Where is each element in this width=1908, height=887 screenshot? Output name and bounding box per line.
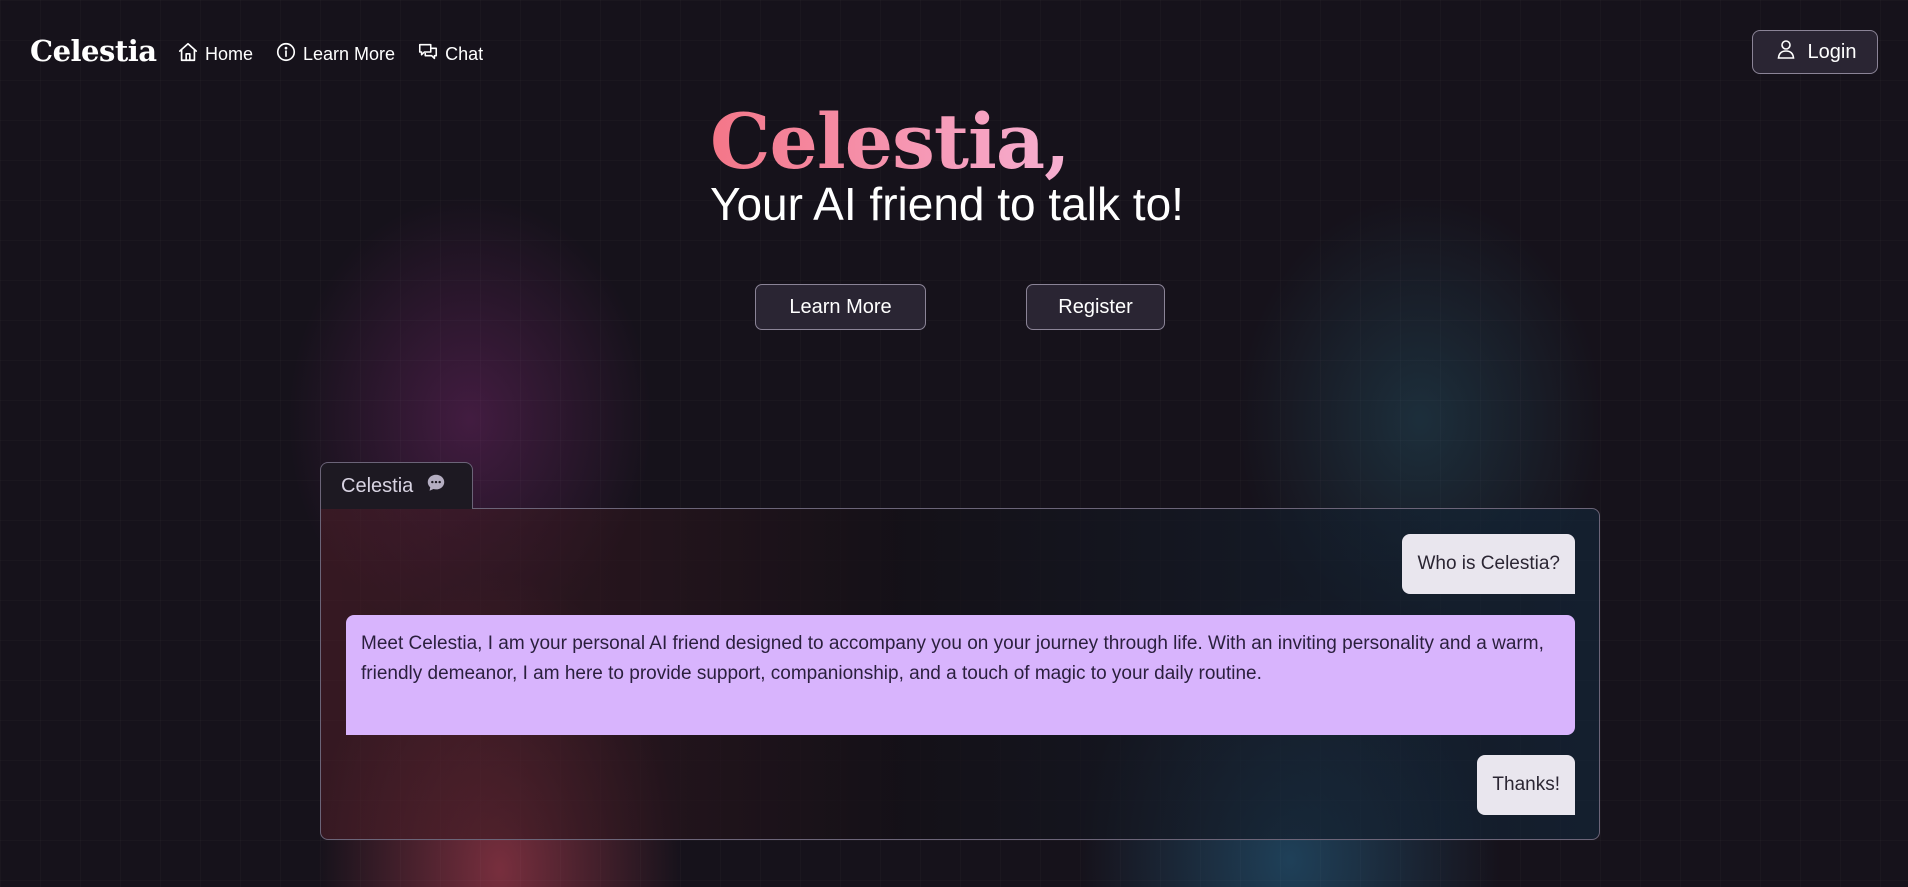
chat-tab[interactable]: Celestia <box>320 462 473 509</box>
assistant-message: Meet Celestia, I am your personal AI fri… <box>346 615 1575 735</box>
chat-tab-label: Celestia <box>341 474 414 497</box>
top-nav: Celestia Home Learn More Chat Login <box>0 0 1908 106</box>
user-icon <box>1774 37 1798 67</box>
learn-more-button[interactable]: Learn More <box>755 284 926 330</box>
user-message: Who is Celestia? <box>1402 534 1575 594</box>
register-button[interactable]: Register <box>1026 284 1165 330</box>
chat-icon <box>417 41 439 68</box>
nav-link-learn-more[interactable]: Learn More <box>275 41 395 68</box>
chat-window: Who is Celestia? Meet Celestia, I am you… <box>320 508 1600 840</box>
hero-title: Celestia, <box>710 100 1184 184</box>
nav-link-label: Chat <box>445 44 484 64</box>
user-message: Thanks! <box>1477 755 1575 815</box>
info-icon <box>275 41 297 68</box>
hero-subtitle: Your AI friend to talk to! <box>710 178 1184 230</box>
nav-link-label: Home <box>205 44 254 64</box>
nav-link-home[interactable]: Home <box>177 41 253 68</box>
nav-link-label: Learn More <box>303 44 396 64</box>
home-icon <box>177 41 199 68</box>
nav-links: Home Learn More Chat <box>177 41 483 68</box>
login-button[interactable]: Login <box>1752 30 1878 74</box>
brand-logo[interactable]: Celestia <box>30 34 157 68</box>
nav-link-chat[interactable]: Chat <box>417 41 483 68</box>
chat-bubble-icon <box>425 472 447 500</box>
login-label: Login <box>1807 40 1857 63</box>
hero: Celestia, Your AI friend to talk to! <box>710 100 1184 232</box>
